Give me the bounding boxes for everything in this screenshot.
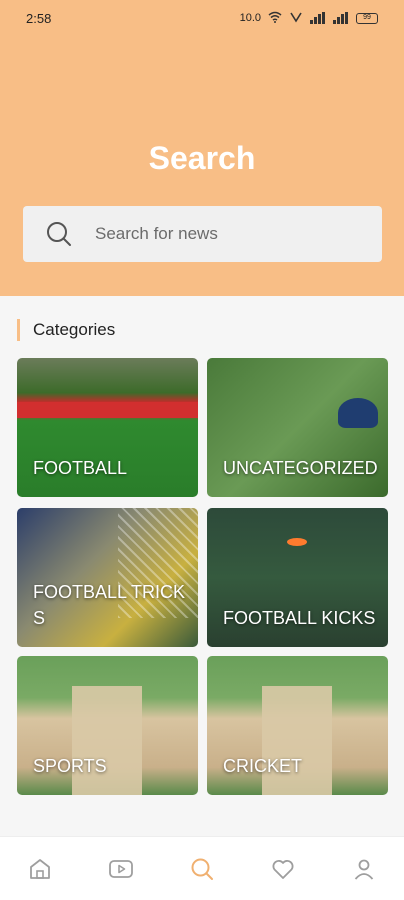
card-image <box>287 538 307 546</box>
profile-icon <box>354 859 373 880</box>
heading-accent-bar <box>17 319 20 341</box>
category-label: UNCATEGORIZED <box>223 458 378 478</box>
nav-video[interactable] <box>101 849 141 889</box>
page-title: Search <box>148 140 256 176</box>
category-label: FOOTBALL KICKS <box>223 608 376 628</box>
battery-icon: 99 <box>356 12 378 24</box>
video-icon <box>109 859 134 878</box>
network-speed: 10.0 <box>239 12 261 24</box>
search-icon <box>47 222 71 246</box>
category-label: SPORTS <box>33 756 107 776</box>
nav-search[interactable] <box>182 849 222 889</box>
category-label: CRICKET <box>223 756 303 776</box>
category-label: FOOTBALL <box>33 458 128 478</box>
card-image <box>17 402 198 418</box>
home-icon <box>30 858 51 879</box>
search-bar[interactable] <box>23 206 382 262</box>
categories-heading: Categories <box>17 318 115 342</box>
category-card-cricket[interactable]: CRICKET <box>207 656 388 795</box>
search-input[interactable] <box>95 224 345 244</box>
nav-home[interactable] <box>20 849 60 889</box>
category-card-uncategorized[interactable]: UNCATEGORIZED <box>207 358 388 497</box>
signal-icon <box>310 12 326 24</box>
signal-icon-2 <box>333 12 349 24</box>
search-header: 2:58 10.0 99 Search <box>0 0 404 296</box>
wifi-icon <box>268 11 282 26</box>
category-card-football[interactable]: FOOTBALL <box>17 358 198 497</box>
category-label: FOOTBALL TRICKS <box>33 582 186 628</box>
heart-icon <box>272 859 294 879</box>
volte-icon <box>289 11 303 26</box>
category-card-sports[interactable]: SPORTS <box>17 656 198 795</box>
status-bar: 2:58 10.0 99 <box>0 0 404 36</box>
category-card-football-kicks[interactable]: FOOTBALL KICKS <box>207 508 388 647</box>
status-icons: 10.0 99 <box>240 11 378 26</box>
bottom-navigation <box>0 836 404 900</box>
status-time: 2:58 <box>26 10 52 26</box>
search-icon <box>191 858 213 880</box>
nav-profile[interactable] <box>344 849 384 889</box>
nav-favorites[interactable] <box>263 849 303 889</box>
category-card-football-tricks[interactable]: FOOTBALL TRICKS <box>17 508 198 647</box>
categories-title: Categories <box>33 320 116 339</box>
card-image <box>338 398 378 428</box>
